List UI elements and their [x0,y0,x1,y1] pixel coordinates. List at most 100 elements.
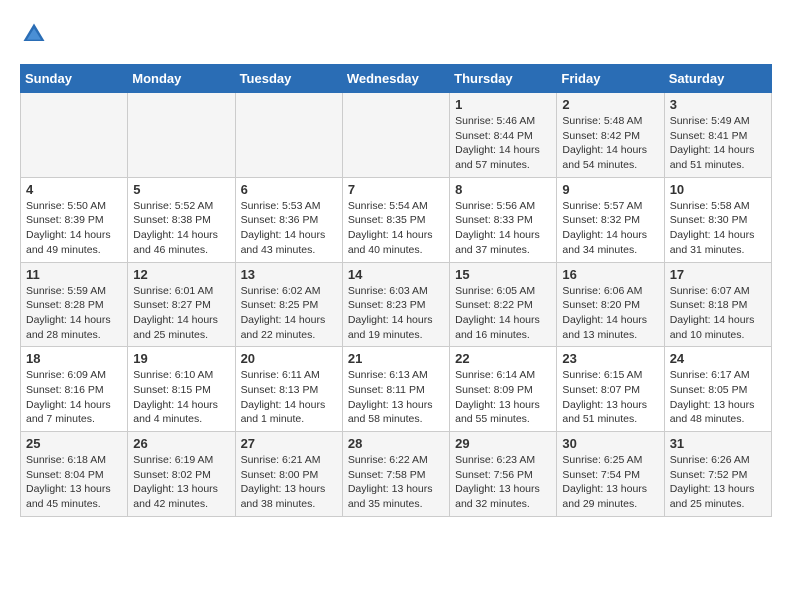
day-number: 12 [133,267,229,282]
day-info: Sunrise: 5:53 AMSunset: 8:36 PMDaylight:… [241,199,337,258]
calendar-cell: 16 Sunrise: 6:06 AMSunset: 8:20 PMDayligh… [557,262,664,347]
day-number: 22 [455,351,551,366]
day-info: Sunrise: 5:49 AMSunset: 8:41 PMDaylight:… [670,114,766,173]
day-number: 29 [455,436,551,451]
day-of-week-header: Thursday [450,65,557,93]
day-of-week-header: Monday [128,65,235,93]
day-number: 7 [348,182,444,197]
day-of-week-header: Friday [557,65,664,93]
calendar-table: SundayMondayTuesdayWednesdayThursdayFrid… [20,64,772,517]
day-number: 13 [241,267,337,282]
day-info: Sunrise: 6:02 AMSunset: 8:25 PMDaylight:… [241,284,337,343]
day-number: 19 [133,351,229,366]
calendar-cell: 4 Sunrise: 5:50 AMSunset: 8:39 PMDaylight… [21,177,128,262]
day-number: 20 [241,351,337,366]
calendar-cell: 10 Sunrise: 5:58 AMSunset: 8:30 PMDayligh… [664,177,771,262]
day-of-week-header: Saturday [664,65,771,93]
day-number: 11 [26,267,122,282]
day-number: 2 [562,97,658,112]
day-number: 1 [455,97,551,112]
day-number: 16 [562,267,658,282]
day-info: Sunrise: 6:05 AMSunset: 8:22 PMDaylight:… [455,284,551,343]
day-info: Sunrise: 6:21 AMSunset: 8:00 PMDaylight:… [241,453,337,512]
calendar-cell: 27 Sunrise: 6:21 AMSunset: 8:00 PMDayligh… [235,432,342,517]
calendar-cell: 28 Sunrise: 6:22 AMSunset: 7:58 PMDayligh… [342,432,449,517]
day-info: Sunrise: 6:18 AMSunset: 8:04 PMDaylight:… [26,453,122,512]
calendar-cell: 1 Sunrise: 5:46 AMSunset: 8:44 PMDaylight… [450,93,557,178]
day-info: Sunrise: 5:46 AMSunset: 8:44 PMDaylight:… [455,114,551,173]
day-info: Sunrise: 6:09 AMSunset: 8:16 PMDaylight:… [26,368,122,427]
day-info: Sunrise: 6:26 AMSunset: 7:52 PMDaylight:… [670,453,766,512]
day-info: Sunrise: 5:57 AMSunset: 8:32 PMDaylight:… [562,199,658,258]
day-number: 23 [562,351,658,366]
day-info: Sunrise: 5:48 AMSunset: 8:42 PMDaylight:… [562,114,658,173]
day-number: 4 [26,182,122,197]
day-number: 28 [348,436,444,451]
calendar-cell [21,93,128,178]
calendar-cell: 30 Sunrise: 6:25 AMSunset: 7:54 PMDayligh… [557,432,664,517]
calendar-cell: 11 Sunrise: 5:59 AMSunset: 8:28 PMDayligh… [21,262,128,347]
day-info: Sunrise: 6:22 AMSunset: 7:58 PMDaylight:… [348,453,444,512]
calendar-cell: 6 Sunrise: 5:53 AMSunset: 8:36 PMDaylight… [235,177,342,262]
calendar-cell [128,93,235,178]
calendar-cell: 23 Sunrise: 6:15 AMSunset: 8:07 PMDayligh… [557,347,664,432]
day-number: 18 [26,351,122,366]
calendar-cell [235,93,342,178]
day-info: Sunrise: 5:52 AMSunset: 8:38 PMDaylight:… [133,199,229,258]
logo [20,20,52,48]
calendar-cell: 17 Sunrise: 6:07 AMSunset: 8:18 PMDayligh… [664,262,771,347]
calendar-cell: 14Sunrise: 6:03 AMSunset: 8:23 PMDayligh… [342,262,449,347]
calendar-cell: 7 Sunrise: 5:54 AMSunset: 8:35 PMDaylight… [342,177,449,262]
calendar-cell: 13 Sunrise: 6:02 AMSunset: 8:25 PMDayligh… [235,262,342,347]
day-number: 26 [133,436,229,451]
calendar-cell: 26 Sunrise: 6:19 AMSunset: 8:02 PMDayligh… [128,432,235,517]
day-number: 17 [670,267,766,282]
calendar-cell: 8 Sunrise: 5:56 AMSunset: 8:33 PMDaylight… [450,177,557,262]
day-number: 25 [26,436,122,451]
day-info: Sunrise: 6:06 AMSunset: 8:20 PMDaylight:… [562,284,658,343]
day-number: 9 [562,182,658,197]
day-number: 5 [133,182,229,197]
calendar-cell: 19 Sunrise: 6:10 AMSunset: 8:15 PMDayligh… [128,347,235,432]
day-of-week-header: Wednesday [342,65,449,93]
logo-icon [20,20,48,48]
calendar-cell: 9 Sunrise: 5:57 AMSunset: 8:32 PMDaylight… [557,177,664,262]
day-info: Sunrise: 5:56 AMSunset: 8:33 PMDaylight:… [455,199,551,258]
calendar-cell: 18 Sunrise: 6:09 AMSunset: 8:16 PMDayligh… [21,347,128,432]
day-info: Sunrise: 6:11 AMSunset: 8:13 PMDaylight:… [241,368,337,427]
day-info: Sunrise: 6:15 AMSunset: 8:07 PMDaylight:… [562,368,658,427]
calendar-cell: 20 Sunrise: 6:11 AMSunset: 8:13 PMDayligh… [235,347,342,432]
day-number: 15 [455,267,551,282]
day-info: Sunrise: 6:19 AMSunset: 8:02 PMDaylight:… [133,453,229,512]
calendar-cell: 31 Sunrise: 6:26 AMSunset: 7:52 PMDayligh… [664,432,771,517]
calendar-cell [342,93,449,178]
calendar-cell: 22 Sunrise: 6:14 AMSunset: 8:09 PMDayligh… [450,347,557,432]
calendar-cell: 12 Sunrise: 6:01 AMSunset: 8:27 PMDayligh… [128,262,235,347]
day-number: 24 [670,351,766,366]
calendar-cell: 3Sunrise: 5:49 AMSunset: 8:41 PMDaylight… [664,93,771,178]
day-number: 14 [348,267,444,282]
calendar-cell: 24 Sunrise: 6:17 AMSunset: 8:05 PMDayligh… [664,347,771,432]
day-info: Sunrise: 6:10 AMSunset: 8:15 PMDaylight:… [133,368,229,427]
day-number: 6 [241,182,337,197]
day-number: 31 [670,436,766,451]
day-number: 8 [455,182,551,197]
day-info: Sunrise: 6:13 AMSunset: 8:11 PMDaylight:… [348,368,444,427]
day-info: Sunrise: 5:59 AMSunset: 8:28 PMDaylight:… [26,284,122,343]
calendar-cell: 25 Sunrise: 6:18 AMSunset: 8:04 PMDayligh… [21,432,128,517]
day-info: Sunrise: 6:25 AMSunset: 7:54 PMDaylight:… [562,453,658,512]
calendar-cell: 15 Sunrise: 6:05 AMSunset: 8:22 PMDayligh… [450,262,557,347]
day-info: Sunrise: 5:54 AMSunset: 8:35 PMDaylight:… [348,199,444,258]
day-info: Sunrise: 6:17 AMSunset: 8:05 PMDaylight:… [670,368,766,427]
day-number: 27 [241,436,337,451]
day-info: Sunrise: 5:58 AMSunset: 8:30 PMDaylight:… [670,199,766,258]
day-info: Sunrise: 6:14 AMSunset: 8:09 PMDaylight:… [455,368,551,427]
day-info: Sunrise: 6:07 AMSunset: 8:18 PMDaylight:… [670,284,766,343]
day-info: Sunrise: 5:50 AMSunset: 8:39 PMDaylight:… [26,199,122,258]
day-info: Sunrise: 6:01 AMSunset: 8:27 PMDaylight:… [133,284,229,343]
calendar-cell: 29Sunrise: 6:23 AMSunset: 7:56 PMDayligh… [450,432,557,517]
day-number: 30 [562,436,658,451]
page-header [20,20,772,48]
day-number: 10 [670,182,766,197]
day-of-week-header: Tuesday [235,65,342,93]
